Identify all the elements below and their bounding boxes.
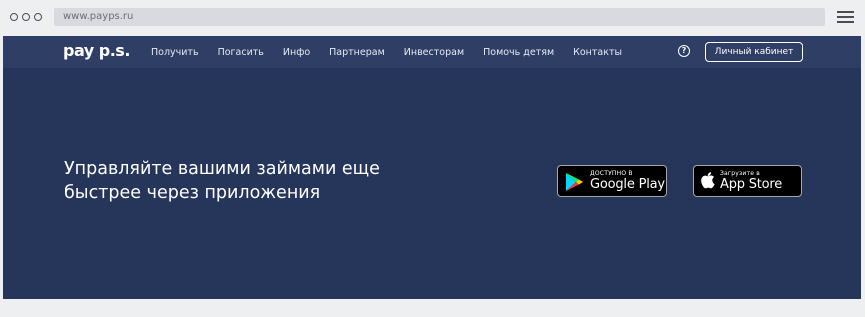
personal-account-button[interactable]: Личный кабинет: [705, 42, 803, 62]
menu-item-get[interactable]: Получить: [151, 47, 199, 58]
menu-item-contacts[interactable]: Контакты: [573, 47, 622, 58]
window-dot-icon[interactable]: [34, 13, 42, 21]
window-dot-icon[interactable]: [22, 13, 30, 21]
google-play-icon: [566, 173, 583, 191]
menu-item-repay[interactable]: Погасить: [218, 47, 264, 58]
menu-item-partners[interactable]: Партнерам: [329, 47, 385, 58]
google-play-caption: ДОСТУПНО В: [590, 170, 633, 177]
app-store-badge[interactable]: Загрузите в App Store: [693, 165, 802, 197]
window-dot-icon[interactable]: [10, 13, 18, 21]
hero-headline-line: Управляйте вашими займами еще: [64, 159, 380, 179]
google-play-title: Google Play: [590, 177, 665, 192]
address-bar[interactable]: www.payps.ru: [54, 8, 825, 26]
menu-item-info[interactable]: Инфо: [283, 47, 310, 58]
hero-headline-line: быстрее через приложения: [64, 183, 321, 203]
window-controls: [10, 13, 42, 21]
menu-item-help-children[interactable]: Помочь детям: [483, 47, 554, 58]
menu-icon[interactable]: [837, 11, 854, 24]
help-icon[interactable]: ?: [678, 45, 690, 57]
logo[interactable]: pay p.s.: [63, 41, 130, 60]
menu-item-investors[interactable]: Инвесторам: [404, 47, 464, 58]
top-navigation: pay p.s. Получить Погасить Инфо Партнера…: [3, 36, 861, 68]
address-bar-url: www.payps.ru: [63, 11, 134, 22]
app-store-caption: Загрузите в: [720, 170, 760, 177]
website: pay p.s. Получить Погасить Инфо Партнера…: [3, 36, 861, 299]
google-play-badge[interactable]: ДОСТУПНО В Google Play: [557, 165, 667, 197]
apple-icon: [701, 172, 715, 189]
app-store-title: App Store: [720, 177, 783, 192]
browser-chrome: www.payps.ru: [0, 0, 865, 36]
main-menu: Получить Погасить Инфо Партнерам Инвесто…: [151, 47, 641, 58]
hero-headline: Управляйте вашими займами еще быстрее че…: [64, 157, 394, 205]
